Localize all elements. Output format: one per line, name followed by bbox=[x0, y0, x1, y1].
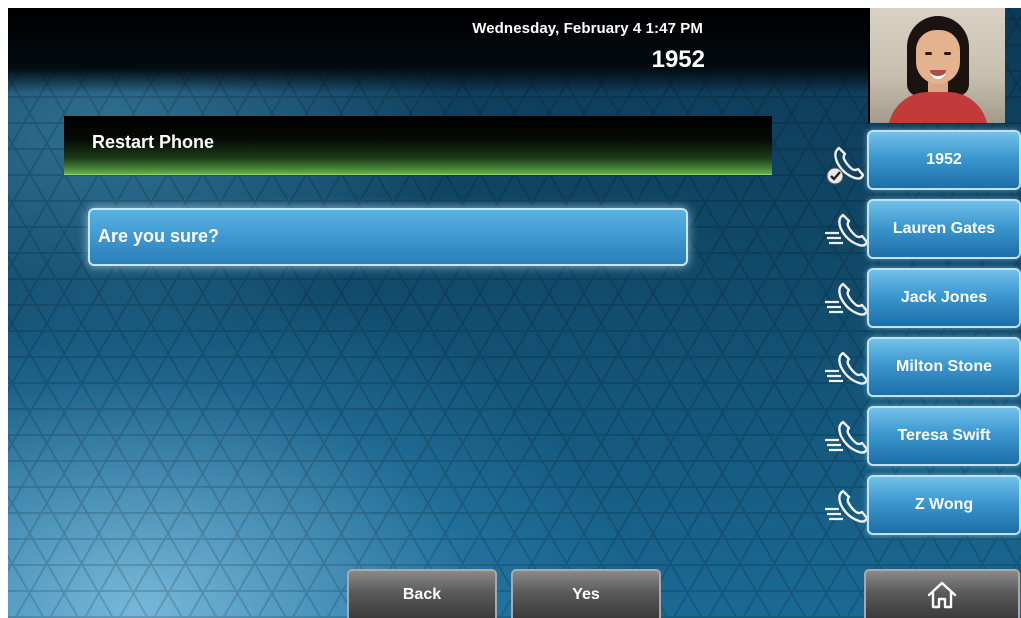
line-key-button[interactable]: Jack Jones bbox=[867, 268, 1021, 328]
handset-registered-icon bbox=[826, 146, 865, 185]
line-key-button[interactable]: Milton Stone bbox=[867, 337, 1021, 397]
status-bar: Wednesday, February 4 1:47 PM 1952 bbox=[8, 8, 868, 93]
dialog-title-bar: Restart Phone bbox=[64, 116, 772, 175]
back-button[interactable]: Back bbox=[347, 569, 497, 618]
line-key-1952[interactable]: 1952 bbox=[823, 130, 1021, 190]
avatar bbox=[868, 8, 1005, 123]
line-key-button[interactable]: Teresa Swift bbox=[867, 406, 1021, 466]
line-key-teresa-swift[interactable]: Teresa Swift bbox=[823, 406, 1021, 466]
phone-screen: Wednesday, February 4 1:47 PM 1952 Resta… bbox=[8, 8, 1021, 618]
line-key-lauren-gates[interactable]: Lauren Gates bbox=[823, 199, 1021, 259]
dialog-title: Restart Phone bbox=[92, 132, 215, 152]
confirm-prompt: Are you sure? bbox=[88, 208, 688, 266]
handset-speed-dial-icon bbox=[825, 213, 869, 247]
handset-speed-dial-icon bbox=[825, 420, 869, 454]
extension-number: 1952 bbox=[651, 46, 705, 73]
line-key-milton-stone[interactable]: Milton Stone bbox=[823, 337, 1021, 397]
home-button[interactable] bbox=[864, 569, 1020, 618]
confirm-prompt-text: Are you sure? bbox=[98, 226, 220, 246]
yes-button[interactable]: Yes bbox=[511, 569, 661, 618]
handset-speed-dial-icon bbox=[825, 282, 869, 316]
line-key-button[interactable]: Z Wong bbox=[867, 475, 1021, 535]
handset-speed-dial-icon bbox=[825, 489, 869, 523]
line-key-button[interactable]: 1952 bbox=[867, 130, 1021, 190]
home-icon bbox=[927, 581, 957, 609]
line-key-button[interactable]: Lauren Gates bbox=[867, 199, 1021, 259]
date-time: Wednesday, February 4 1:47 PM bbox=[472, 20, 703, 37]
line-key-z-wong[interactable]: Z Wong bbox=[823, 475, 1021, 535]
line-key-jack-jones[interactable]: Jack Jones bbox=[823, 268, 1021, 328]
handset-speed-dial-icon bbox=[825, 351, 869, 385]
